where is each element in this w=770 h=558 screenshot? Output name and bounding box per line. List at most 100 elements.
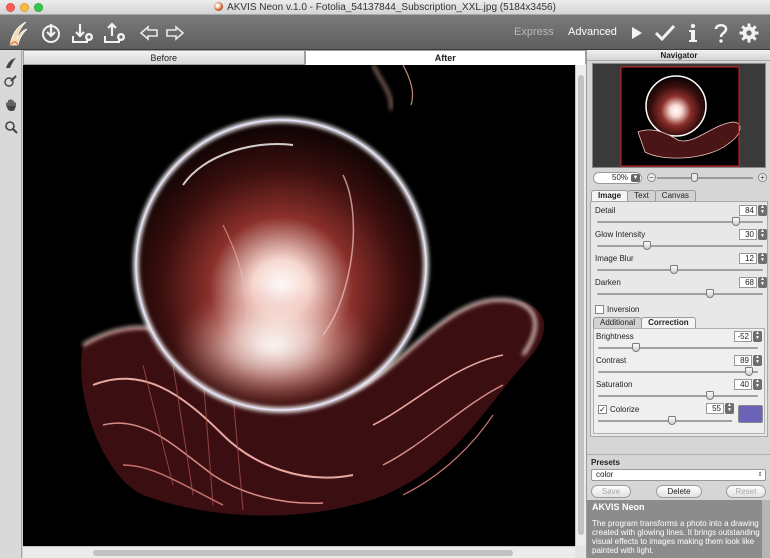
save-preset-button[interactable]: Save [591,485,631,498]
tab-additional[interactable]: Additional [593,317,643,328]
param-value-field[interactable]: -52 [734,331,752,342]
param-slider[interactable] [598,391,758,400]
slider-knob[interactable] [705,289,714,298]
eraser-brush-icon[interactable] [2,72,20,90]
slider-knob[interactable] [706,391,714,400]
settings-gear-icon[interactable] [737,15,761,50]
param-label: Brightness [596,332,634,341]
canvas-vertical-scroll-thumb[interactable] [578,75,584,535]
param-value-field[interactable]: 40 [734,379,752,390]
param-value-field[interactable]: 84 [739,205,757,216]
navigator-preview[interactable] [592,63,766,168]
stepper-icon[interactable]: ▲ ▼ [753,379,762,390]
param-label: Image Blur [595,254,634,263]
param-slider[interactable] [597,217,763,226]
param-saturation: Saturation 40 ▲ ▼ [596,379,762,403]
settings-panel: Navigator 50% ▼ − + Image Text Canvas Det… [586,50,770,558]
hand-tool-icon[interactable] [2,96,20,114]
param-label: Detail [595,206,616,215]
stepper-icon[interactable]: ▲ ▼ [725,403,734,414]
image-canvas[interactable] [23,65,575,546]
slider-knob[interactable] [745,367,754,376]
colorize-label: Colorize [610,405,640,414]
sub-tabbar: Additional Correction [593,317,696,328]
navigator-title: Navigator [587,50,770,61]
run-play-icon[interactable] [628,15,646,50]
stepper-icon[interactable]: ▲ ▼ [758,205,767,216]
param-detail: Detail 84 ▲ ▼ [595,205,767,229]
zoom-select[interactable]: 50% ▼ [593,172,642,184]
param-slider[interactable] [597,289,763,298]
stepper-icon[interactable]: ▲ ▼ [758,253,767,264]
window-title-wrap: AKVIS Neon v.1.0 - Fotolia_54137844_Subs… [0,2,770,13]
tab-after[interactable]: After [304,50,586,65]
title-bar: AKVIS Neon v.1.0 - Fotolia_54137844_Subs… [0,0,770,15]
zoom-row: 50% ▼ − + [591,171,767,185]
param-slider[interactable] [597,241,763,250]
advanced-mode-button[interactable]: Advanced [568,26,617,38]
redo-arrow-icon[interactable] [164,15,186,50]
presets-section: Presets color ⇕ Save Delete Reset [587,454,770,500]
inversion-label: Inversion [607,305,640,314]
stepper-icon[interactable]: ▲ ▼ [753,331,762,342]
batch-process-icon[interactable] [100,15,128,50]
zoom-tool-icon[interactable] [2,118,20,136]
zoom-slider[interactable] [657,173,753,182]
presets-title: Presets [591,458,620,467]
canvas-horizontal-scroll-thumb[interactable] [93,550,513,556]
inversion-checkbox[interactable] [595,305,604,314]
presets-selected: color [596,470,614,479]
colorize-slider[interactable] [598,416,732,425]
settings-tabbar: Image Text Canvas [591,190,696,201]
tab-canvas[interactable]: Canvas [654,190,696,201]
zoom-slider-thumb[interactable] [691,173,698,182]
tab-before[interactable]: Before [23,50,305,65]
stepper-icon[interactable]: ▲ ▼ [753,355,762,366]
reset-preset-button[interactable]: Reset [726,485,766,498]
help-question-icon[interactable] [710,15,732,50]
express-mode-button[interactable]: Express [514,26,554,38]
stepper-icon[interactable]: ▲ ▼ [758,229,767,240]
param-label: Glow Intensity [595,230,646,239]
param-slider[interactable] [597,265,763,274]
tool-column [0,50,22,558]
slider-knob[interactable] [632,343,641,352]
main-toolbar: Express Advanced [0,15,770,50]
colorize-color-swatch[interactable] [738,405,763,423]
tab-text[interactable]: Text [627,190,656,201]
delete-preset-button[interactable]: Delete [656,485,702,498]
apply-checkmark-icon[interactable] [652,15,678,50]
param-value-field[interactable]: 89 [734,355,752,366]
zoom-in-button[interactable]: + [758,173,767,182]
tab-image[interactable]: Image [591,190,629,201]
param-darken: Darken 68 ▲ ▼ [595,277,767,301]
undo-arrow-icon[interactable] [138,15,160,50]
help-scrollbar[interactable] [762,500,770,558]
direction-brush-icon[interactable] [2,54,20,72]
info-icon[interactable] [684,15,702,50]
presets-select[interactable]: color ⇕ [591,469,766,481]
app-icon [214,2,224,11]
slider-knob[interactable] [732,217,741,226]
chevron-down-icon: ▼ [631,174,640,182]
neon-result-image [23,65,575,546]
canvas-horizontal-scrollbar[interactable] [23,546,575,558]
zoom-out-button[interactable]: − [647,173,656,182]
navigator-thumbnail [593,64,765,167]
save-image-icon[interactable] [68,15,96,50]
canvas-vertical-scrollbar[interactable] [575,65,586,546]
slider-knob[interactable] [669,265,678,274]
param-value-field[interactable]: 30 [739,229,757,240]
tab-correction[interactable]: Correction [641,317,696,328]
param-slider[interactable] [598,367,758,376]
window-title: AKVIS Neon v.1.0 - Fotolia_54137844_Subs… [227,2,556,13]
slider-knob[interactable] [642,241,651,250]
stepper-icon[interactable]: ▲ ▼ [758,277,767,288]
open-image-icon[interactable] [38,15,64,50]
slider-knob[interactable] [667,416,676,425]
colorize-value-field[interactable]: 55 [706,403,724,414]
colorize-checkbox[interactable]: ✓ [598,405,607,414]
param-value-field[interactable]: 12 [739,253,757,264]
param-slider[interactable] [598,343,758,352]
param-value-field[interactable]: 68 [739,277,757,288]
